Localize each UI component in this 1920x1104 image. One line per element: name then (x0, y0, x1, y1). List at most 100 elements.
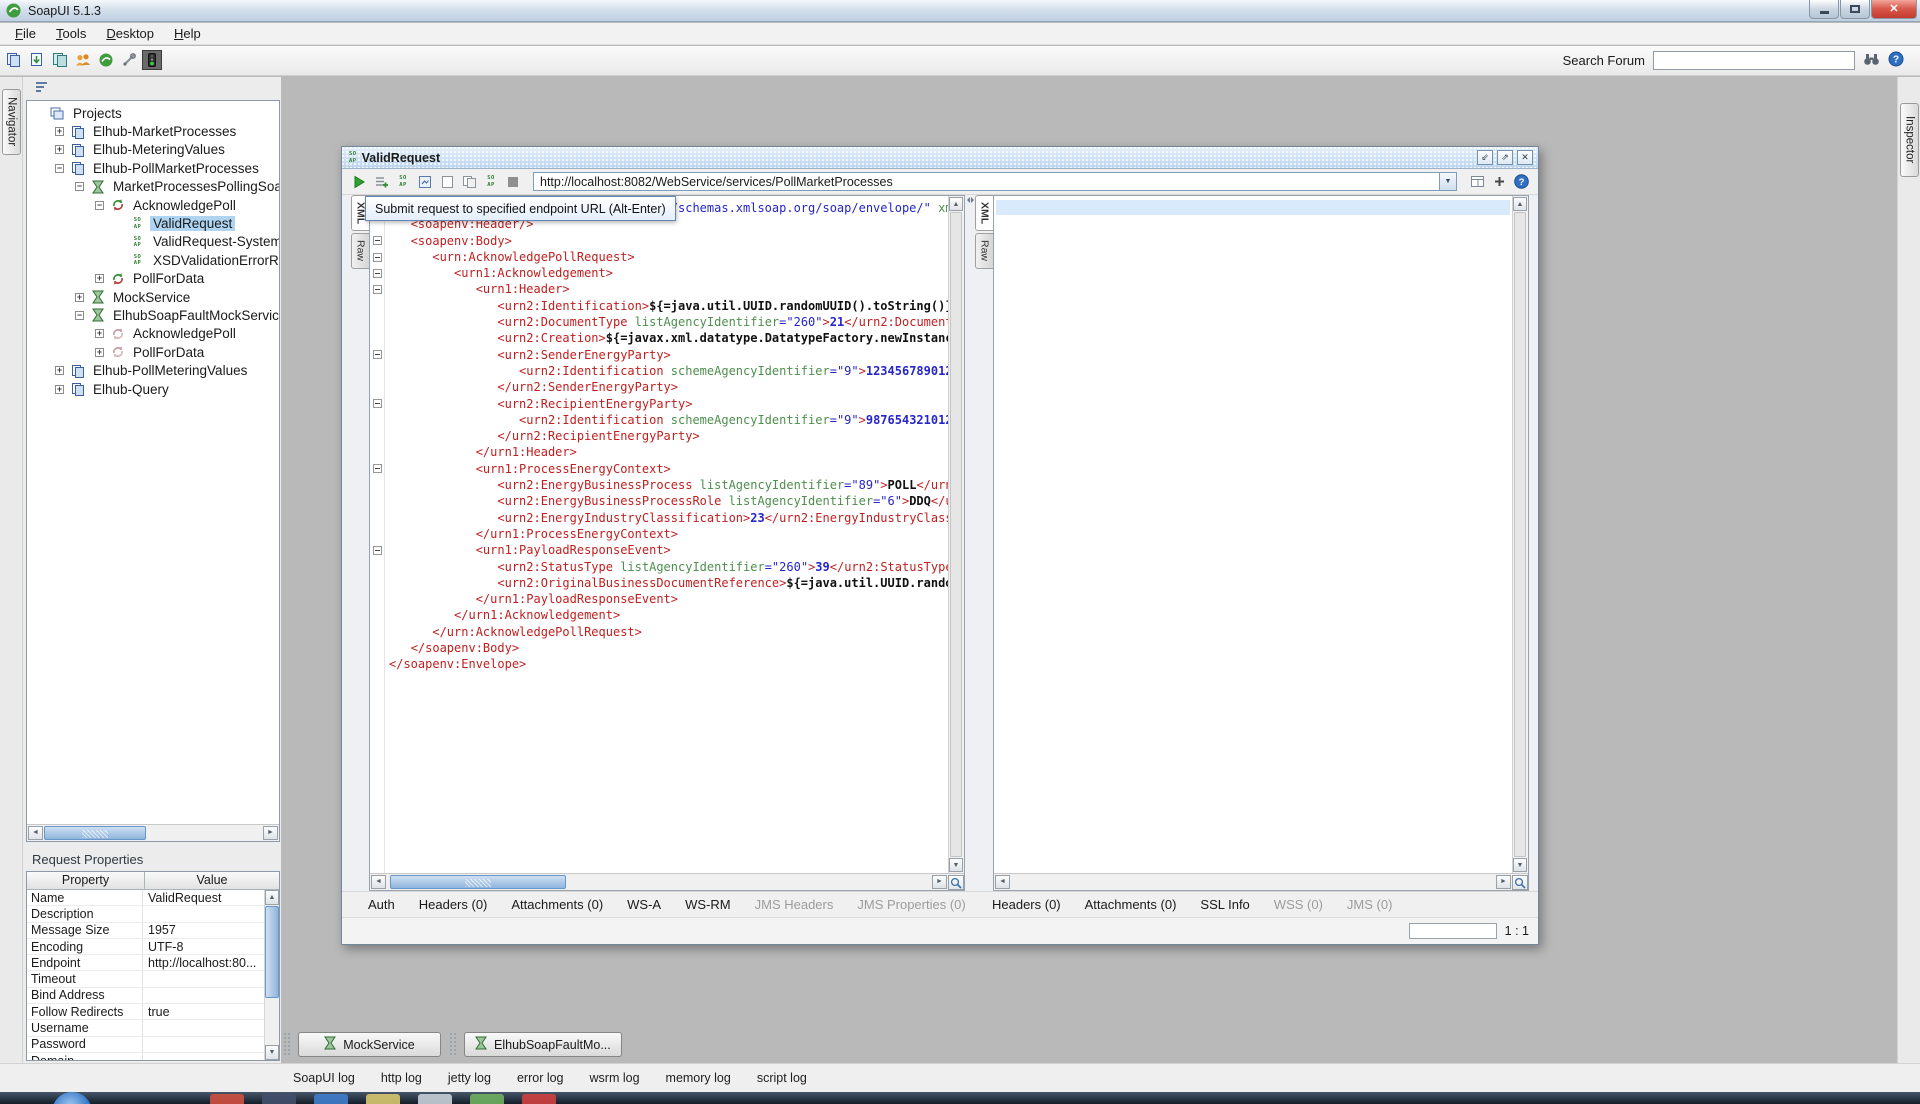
property-value[interactable] (143, 906, 264, 921)
tree-item[interactable]: −SOAPValidRequest-System-Securi (27, 233, 279, 251)
collapse-right-icon[interactable] (971, 197, 977, 203)
minimize-button[interactable] (1809, 0, 1839, 19)
editor-tab-raw[interactable]: Raw (351, 233, 369, 269)
scroll-left-icon[interactable]: ◄ (371, 875, 386, 889)
collapse-icon[interactable]: − (75, 311, 84, 320)
taskbar-item[interactable] (522, 1094, 556, 1104)
expand-icon[interactable]: + (55, 385, 64, 394)
inspector-tab[interactable]: Inspector (1900, 103, 1919, 177)
expand-icon[interactable]: + (55, 366, 64, 375)
tree-item[interactable]: +Elhub-Query (27, 380, 279, 398)
scroll-up-icon[interactable]: ▲ (1513, 197, 1527, 211)
fold-collapse-icon[interactable] (373, 285, 382, 294)
starter-page-icon[interactable] (96, 50, 116, 70)
log-tab-jetty-log[interactable]: jetty log (448, 1071, 491, 1085)
expand-icon[interactable]: + (95, 329, 104, 338)
import-workspace-icon[interactable] (27, 50, 47, 70)
frame-title-bar[interactable]: SOAP ValidRequest ⇙ ⇗ ✕ (342, 147, 1538, 169)
tree-item[interactable]: +MockService (27, 288, 279, 306)
menu-item-tools[interactable]: Tools (46, 24, 96, 43)
tree-item[interactable]: −Projects (27, 104, 279, 122)
add-to-mockservice-icon[interactable]: SOAP (394, 173, 412, 191)
fold-collapse-icon[interactable] (373, 464, 382, 473)
property-row[interactable]: Bind Address (27, 988, 264, 1004)
tree-item[interactable]: +PollForData (27, 270, 279, 288)
start-orb-icon[interactable] (52, 1092, 92, 1104)
tree-item[interactable]: +AcknowledgePoll (27, 325, 279, 343)
taskbar-item[interactable] (314, 1094, 348, 1104)
inspector-tab-headers-0-[interactable]: Headers (0) (419, 897, 488, 912)
taskbar-item[interactable] (210, 1094, 244, 1104)
split-layout-icon[interactable] (1490, 173, 1508, 191)
menu-item-desktop[interactable]: Desktop (96, 24, 164, 43)
scroll-down-icon[interactable]: ▼ (949, 858, 963, 872)
property-row[interactable]: Endpointhttp://localhost:80... (27, 955, 264, 971)
magnifier-icon[interactable] (1512, 875, 1528, 890)
scroll-right-icon[interactable]: ► (932, 875, 947, 889)
tree-item[interactable]: +PollForData (27, 343, 279, 361)
property-row[interactable]: EncodingUTF-8 (27, 939, 264, 955)
fold-collapse-icon[interactable] (373, 399, 382, 408)
split-divider[interactable] (965, 195, 975, 891)
inspector-tab-ws-a[interactable]: WS-A (627, 897, 661, 912)
property-row[interactable]: Domain (27, 1053, 264, 1060)
response-xml-editor[interactable] (994, 196, 1512, 873)
response-hscrollbar[interactable]: ◄ ► (994, 873, 1528, 890)
tree-hscroll-thumb[interactable] (44, 826, 146, 840)
log-tab-soapui-log[interactable]: SoapUI log (293, 1071, 355, 1085)
request-hscroll-thumb[interactable] (390, 875, 566, 889)
inspector-tab-ssl-info[interactable]: SSL Info (1200, 897, 1249, 912)
sort-icon[interactable] (34, 80, 49, 98)
request-xml-editor[interactable]: <soapenv:Envelope xmlns:soapenv="http://… (385, 196, 948, 873)
tree-item[interactable]: +Elhub-MarketProcesses (27, 122, 279, 140)
property-row[interactable]: Timeout (27, 971, 264, 987)
tree-item[interactable]: −Elhub-PollMarketProcesses (27, 159, 279, 177)
property-value[interactable]: http://localhost:80... (143, 955, 264, 970)
submit-request-button[interactable] (350, 173, 368, 191)
property-value[interactable] (143, 988, 264, 1003)
desktop-button[interactable]: ElhubSoapFaultMo... (464, 1032, 622, 1057)
property-row[interactable]: Follow Redirectstrue (27, 1004, 264, 1020)
scroll-down-icon[interactable]: ▼ (265, 1045, 279, 1060)
navigator-tab[interactable]: Navigator (2, 89, 21, 155)
tab-layout-icon[interactable] (1468, 173, 1486, 191)
property-value[interactable] (143, 1053, 264, 1060)
response-vscroll-thumb[interactable] (1514, 212, 1526, 857)
tree-item[interactable]: −AcknowledgePoll (27, 196, 279, 214)
property-value[interactable] (143, 1020, 264, 1035)
property-row[interactable]: Username (27, 1020, 264, 1036)
desktop-button[interactable]: MockService (298, 1032, 441, 1057)
request-hscrollbar[interactable]: ◄ ► (370, 873, 964, 890)
log-tab-script-log[interactable]: script log (757, 1071, 807, 1085)
search-icon[interactable] (1863, 52, 1880, 69)
scroll-right-icon[interactable]: ► (1496, 875, 1511, 889)
collapse-icon[interactable]: − (75, 182, 84, 191)
property-column-header[interactable]: Property (27, 872, 145, 889)
fold-collapse-icon[interactable] (373, 253, 382, 262)
log-tab-wsrm-log[interactable]: wsrm log (590, 1071, 640, 1085)
close-button[interactable]: ✕ (1871, 0, 1917, 19)
drag-handle[interactable] (449, 1032, 456, 1057)
log-tab-memory-log[interactable]: memory log (666, 1071, 731, 1085)
property-value[interactable]: true (143, 1004, 264, 1019)
property-row[interactable]: Description (27, 906, 264, 922)
clone-request-icon[interactable] (460, 173, 478, 191)
cancel-request-icon[interactable] (504, 173, 522, 191)
properties-vscroll-thumb[interactable] (265, 906, 279, 998)
scroll-right-icon[interactable]: ► (263, 826, 278, 840)
editor-tab-xml[interactable]: XML (975, 195, 993, 231)
request-vscroll-thumb[interactable] (950, 212, 962, 857)
expand-icon[interactable]: + (95, 274, 104, 283)
create-request-icon[interactable]: SOAP (482, 173, 500, 191)
inspector-tab-ws-rm[interactable]: WS-RM (685, 897, 731, 912)
tree-item[interactable]: −SOAPValidRequest (27, 214, 279, 232)
taskbar-item[interactable] (366, 1094, 400, 1104)
search-forum-input[interactable] (1653, 51, 1855, 70)
collapse-left-icon[interactable] (964, 197, 970, 203)
forum-icon[interactable] (73, 50, 93, 70)
inspector-tab-attachments-0-[interactable]: Attachments (0) (1085, 897, 1177, 912)
create-empty-icon[interactable] (438, 173, 456, 191)
proxy-toggle-icon[interactable] (142, 50, 162, 70)
response-vscrollbar[interactable]: ▲ ▼ (1512, 196, 1528, 873)
value-column-header[interactable]: Value (145, 872, 279, 889)
